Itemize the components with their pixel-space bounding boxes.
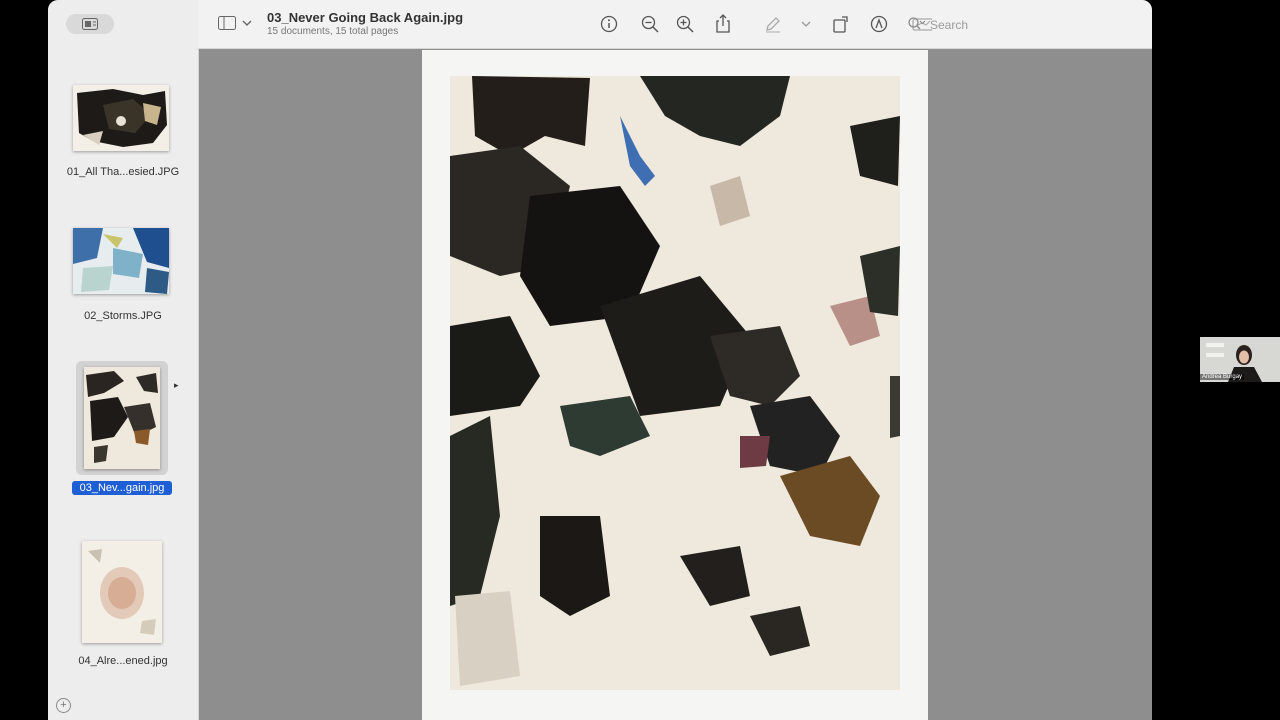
participant-video-tile[interactable]: Andrea Burgay [1200,337,1280,382]
thumbnail-label-4: 04_Alre...ened.jpg [78,655,168,667]
document-title: 03_Never Going Back Again.jpg [267,10,464,25]
thumbnail-image-2 [73,228,169,294]
share-icon[interactable] [715,14,735,34]
thumbnail-sidebar: 01_All Tha...esied.JPG 02_Storms.JPG 03_… [48,0,199,720]
collage-artwork-image [450,76,900,690]
search-icon [908,17,926,30]
search-placeholder: Search [930,18,969,32]
markup-pen-icon[interactable] [764,15,784,35]
chevron-down-icon[interactable] [801,20,821,40]
zoom-out-icon[interactable] [641,15,661,35]
annotate-icon[interactable] [870,15,890,35]
thumbnail-label-3: 03_Nev...gain.jpg [72,481,172,495]
sidebar-view-toggle[interactable] [66,14,114,34]
thumbnail-image-3 [84,367,160,469]
thumbnail-image-4 [82,541,162,643]
plus-circle-icon[interactable]: + [56,698,71,713]
sidebar-toggle-icon[interactable] [218,16,238,36]
rotate-icon[interactable] [832,14,852,34]
chevron-down-icon[interactable] [242,19,262,39]
thumbnail-label-1: 01_All Tha...esied.JPG [66,166,180,178]
info-icon[interactable] [600,15,620,35]
toolbar: 03_Never Going Back Again.jpg 15 documen… [198,0,1152,49]
thumbnail-label-2: 02_Storms.JPG [84,310,162,322]
search-field[interactable]: Search [908,14,1140,36]
document-subtitle: 15 documents, 15 total pages [267,26,399,37]
preview-window: 01_All Tha...esied.JPG 02_Storms.JPG 03_… [48,0,1152,720]
thumbnail-image-1 [73,85,169,151]
thumbnail-view-icon [82,18,98,30]
zoom-in-icon[interactable] [676,15,696,35]
participant-name: Andrea Burgay [1200,374,1245,380]
mouse-pointer-icon: ▸ [174,380,179,390]
document-page [422,50,928,720]
